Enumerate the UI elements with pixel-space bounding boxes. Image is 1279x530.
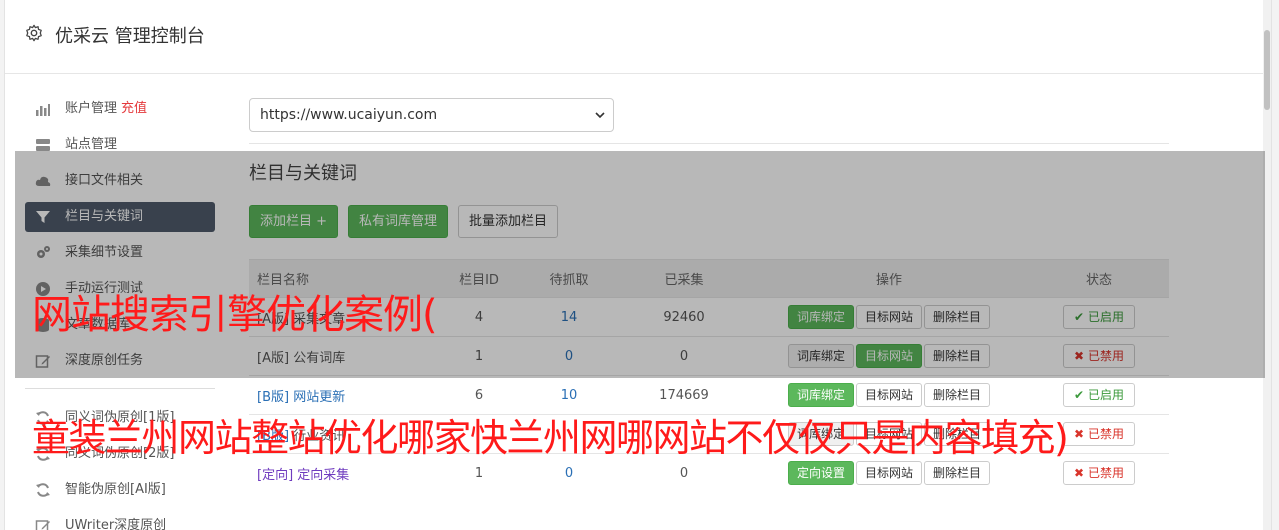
delete-column-button[interactable]: 删除栏目 bbox=[924, 383, 991, 407]
col-actions-header: 操作 bbox=[749, 259, 1029, 298]
row-tag: [B版] bbox=[257, 389, 290, 405]
sidebar-item-label: 栏目与关键词 bbox=[65, 209, 144, 224]
scrollbar-thumb[interactable] bbox=[1264, 30, 1270, 110]
toolbar: 添加栏目 + 私有词库管理 批量添加栏目 bbox=[249, 205, 1169, 239]
close-icon: ✖ bbox=[1074, 466, 1085, 481]
table-row: [B版] 网站更新 6 10 174669 词库绑定 目标网站 删除栏目 ✔ 已启用 bbox=[249, 375, 1169, 415]
target-site-button[interactable]: 目标网站 bbox=[855, 461, 922, 486]
row-collected: 92460 bbox=[619, 297, 749, 337]
refresh-icon bbox=[36, 483, 50, 497]
overlay-caption-1: 网站搜索引擎优化案例( bbox=[32, 292, 438, 338]
row-status: ✔ 已启用 bbox=[1029, 375, 1169, 415]
sidebar-item-label: 采集细节设置 bbox=[65, 245, 144, 260]
status-text: 已禁用 bbox=[1087, 427, 1124, 441]
row-id: 1 bbox=[439, 336, 519, 376]
sidebar-item-label: 站点管理 bbox=[65, 137, 118, 152]
row-name: [A版] 公有词库 bbox=[249, 336, 439, 376]
sidebar-item-deep-original[interactable]: 深度原创任务 bbox=[25, 346, 215, 376]
bind-lib-button[interactable]: 词库绑定 bbox=[787, 344, 854, 368]
row-collected: 174669 bbox=[619, 375, 749, 415]
sidebar-item-label: UWriter深度原创 bbox=[65, 518, 167, 530]
delete-column-button[interactable]: 删除栏目 bbox=[924, 344, 991, 368]
status-text: 已启用 bbox=[1087, 310, 1124, 324]
bind-lib-button[interactable]: 词库绑定 bbox=[787, 383, 854, 407]
row-actions: 词库绑定 目标网站 删除栏目 bbox=[749, 336, 1029, 376]
chevron-down-icon bbox=[595, 112, 605, 119]
row-pending: 14 bbox=[519, 297, 619, 337]
sidebar-item-uwriter[interactable]: UWriter深度原创 bbox=[25, 511, 215, 530]
page-title: 优采云 管理控制台 bbox=[55, 26, 205, 47]
target-site-button[interactable]: 目标网站 bbox=[855, 383, 922, 407]
target-site-button[interactable]: 目标网站 bbox=[855, 305, 922, 329]
sidebar-item-interface[interactable]: 接口文件相关 bbox=[25, 166, 215, 196]
site-select-value: https://www.ucaiyun.com bbox=[260, 107, 438, 123]
row-id: 4 bbox=[439, 297, 519, 337]
target-site-button[interactable]: 目标网站 bbox=[855, 344, 922, 368]
sidebar-item-collect-settings[interactable]: 采集细节设置 bbox=[25, 238, 215, 268]
status-text: 已禁用 bbox=[1087, 349, 1124, 363]
sidebar-item-label: 深度原创任务 bbox=[65, 353, 144, 368]
table-row: [A版] 公有词库 1 0 0 词库绑定 目标网站 删除栏目 ✖ 已禁用 bbox=[249, 336, 1169, 376]
row-actions: 词库绑定 目标网站 删除栏目 bbox=[749, 297, 1029, 337]
row-tag: [定向] bbox=[257, 467, 294, 483]
row-pending: 0 bbox=[519, 336, 619, 376]
cloud-icon bbox=[35, 176, 51, 186]
status-text: 已禁用 bbox=[1087, 466, 1124, 481]
private-lib-button[interactable]: 私有词库管理 bbox=[348, 205, 449, 238]
header: 优采云 管理控制台 bbox=[5, 0, 1271, 74]
sidebar-item-sites[interactable]: 站点管理 bbox=[25, 130, 215, 160]
status-badge[interactable]: ✖ 已禁用 bbox=[1063, 422, 1135, 446]
row-tag: [A版] bbox=[257, 350, 290, 366]
cogs-icon bbox=[37, 246, 50, 258]
scrollbar[interactable] bbox=[1263, 0, 1271, 530]
row-collected: 0 bbox=[619, 336, 749, 376]
status-badge[interactable]: ✖ 已禁用 bbox=[1063, 344, 1135, 368]
filter-icon bbox=[36, 211, 50, 223]
edit-icon bbox=[35, 520, 50, 530]
sidebar-divider bbox=[25, 388, 215, 389]
sidebar-item-columns[interactable]: 栏目与关键词 bbox=[25, 202, 215, 232]
batch-add-button[interactable]: 批量添加栏目 bbox=[458, 205, 559, 238]
recharge-link[interactable]: 充值 bbox=[121, 101, 147, 116]
divider bbox=[249, 143, 1169, 144]
close-icon: ✖ bbox=[1074, 427, 1085, 441]
add-column-button[interactable]: 添加栏目 + bbox=[249, 205, 339, 238]
status-badge[interactable]: ✖ 已禁用 bbox=[1063, 461, 1135, 486]
site-select[interactable]: https://www.ucaiyun.com bbox=[249, 98, 614, 132]
overlay-caption-2: 童装兰州网站整站优化哪家快兰州网哪网站不仅仅只是内容填充) bbox=[32, 416, 1069, 460]
direct-settings-button[interactable]: 定向设置 bbox=[787, 461, 854, 486]
col-id-header: 栏目ID bbox=[439, 259, 519, 298]
sidebar-item-label: 智能伪原创[AI版] bbox=[65, 482, 166, 497]
col-status-header: 状态 bbox=[1029, 259, 1169, 298]
gear-icon bbox=[26, 24, 42, 42]
col-pending-header: 待抓取 bbox=[519, 259, 619, 298]
row-status: ✖ 已禁用 bbox=[1029, 336, 1169, 376]
bind-lib-button[interactable]: 词库绑定 bbox=[787, 305, 854, 329]
edit-icon bbox=[35, 355, 50, 368]
server-icon bbox=[36, 139, 50, 151]
row-actions: 词库绑定 目标网站 删除栏目 bbox=[749, 375, 1029, 415]
sidebar-item-label: 账户管理 bbox=[65, 101, 118, 116]
row-name-text: 网站更新 bbox=[293, 389, 346, 405]
section-title: 栏目与关键词 bbox=[249, 163, 357, 184]
row-name-text: 定向采集 bbox=[297, 467, 350, 483]
status-badge[interactable]: ✔ 已启用 bbox=[1063, 305, 1135, 329]
close-icon: ✖ bbox=[1074, 349, 1085, 363]
status-badge[interactable]: ✔ 已启用 bbox=[1063, 383, 1135, 407]
row-status: ✔ 已启用 bbox=[1029, 297, 1169, 337]
check-icon: ✔ bbox=[1074, 388, 1085, 402]
col-collected-header: 已采集 bbox=[619, 259, 749, 298]
bar-chart-icon bbox=[36, 104, 50, 116]
status-text: 已启用 bbox=[1087, 388, 1124, 402]
row-name-text: 公有词库 bbox=[293, 350, 346, 366]
row-pending: 10 bbox=[519, 375, 619, 415]
sidebar-item-account[interactable]: 账户管理 充值 bbox=[25, 94, 215, 124]
sidebar-item-ai-original[interactable]: 智能伪原创[AI版] bbox=[25, 475, 215, 505]
row-id: 6 bbox=[439, 375, 519, 415]
sidebar-item-label: 接口文件相关 bbox=[65, 173, 144, 188]
delete-column-button[interactable]: 删除栏目 bbox=[924, 461, 991, 486]
check-icon: ✔ bbox=[1074, 310, 1085, 324]
row-name: [B版] 网站更新 bbox=[249, 375, 439, 415]
delete-column-button[interactable]: 删除栏目 bbox=[924, 305, 991, 329]
